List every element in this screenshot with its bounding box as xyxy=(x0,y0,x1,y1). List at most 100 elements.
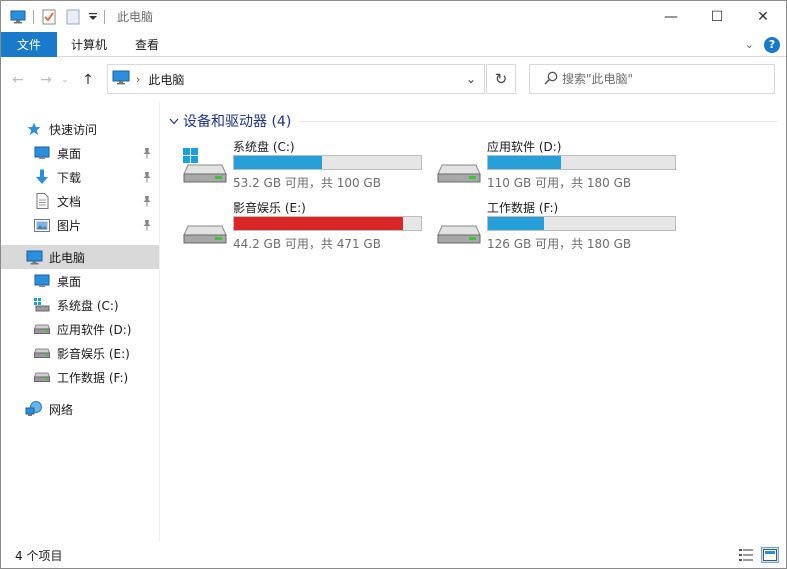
sidebar-item-this-pc[interactable]: 此电脑 xyxy=(1,245,159,269)
drive-icon xyxy=(435,148,483,184)
drive-free-space: 126 GB 可用，共 180 GB xyxy=(487,237,632,251)
sidebar-item-desktop[interactable]: 桌面 xyxy=(1,269,159,293)
drive-free-space: 110 GB 可用，共 180 GB xyxy=(487,176,632,190)
drive-name: 影音娱乐 (E:) xyxy=(233,201,306,215)
status-bar: 4 个项目 xyxy=(1,542,786,568)
item-count: 4 个项目 xyxy=(15,548,63,563)
document-icon xyxy=(33,192,51,210)
ribbon-tabs: 文件 计算机 查看 ⌄ ? xyxy=(1,31,786,57)
customize-toolbar-dropdown-icon[interactable] xyxy=(88,8,98,26)
sidebar-item-desktop-pinned[interactable]: 桌面 xyxy=(1,141,159,165)
drive-icon xyxy=(33,320,51,338)
computer-icon xyxy=(25,248,43,266)
sidebar-item-label: 快速访问 xyxy=(49,122,98,137)
computer-icon[interactable] xyxy=(9,8,27,26)
quick-access-toolbar: 此电脑 xyxy=(1,1,153,32)
sidebar-item-label: 此电脑 xyxy=(49,250,86,265)
sidebar-item-label: 影音娱乐 (E:) xyxy=(57,346,130,361)
drive-name: 系统盘 (C:) xyxy=(233,140,295,154)
pin-icon[interactable] xyxy=(141,170,153,184)
network-icon xyxy=(25,400,43,418)
system-drive-icon xyxy=(33,296,51,314)
drive-usage-fill xyxy=(488,156,561,169)
maximize-button[interactable]: ☐ xyxy=(694,1,740,32)
sidebar-item-drive-c[interactable]: 系统盘 (C:) xyxy=(1,293,159,317)
minimize-button[interactable]: — xyxy=(648,1,694,32)
recent-locations-button[interactable]: ⌄ xyxy=(59,69,71,91)
navigation-bar: ← → ⌄ ↑ › 此电脑 ⌄ ↻ xyxy=(1,58,786,102)
sidebar-item-label: 桌面 xyxy=(57,274,82,289)
new-folder-icon[interactable] xyxy=(64,8,82,26)
sidebar-item-network[interactable]: 网络 xyxy=(1,397,159,421)
forward-button[interactable]: → xyxy=(35,69,57,91)
window-title: 此电脑 xyxy=(117,10,154,24)
drive-icon xyxy=(181,209,229,245)
drive-name: 工作数据 (F:) xyxy=(487,201,559,215)
expand-ribbon-icon[interactable]: ⌄ xyxy=(745,38,754,51)
pin-icon[interactable] xyxy=(141,194,153,208)
back-button[interactable]: ← xyxy=(7,69,29,91)
title-bar: 此电脑 — ☐ ✕ xyxy=(1,1,786,32)
details-view-icon[interactable] xyxy=(738,548,754,562)
properties-icon[interactable] xyxy=(40,8,58,26)
toolbar-divider xyxy=(33,9,34,24)
sidebar-item-drive-d[interactable]: 应用软件 (D:) xyxy=(1,317,159,341)
content-pane: 设备和驱动器 (4) 系统盘 (C:) 53.2 GB 可用，共 100 GB … xyxy=(161,102,786,542)
download-icon xyxy=(33,168,51,186)
tab-view[interactable]: 查看 xyxy=(121,32,173,57)
close-button[interactable]: ✕ xyxy=(740,1,786,32)
tab-file[interactable]: 文件 xyxy=(1,31,57,57)
sidebar-item-quick-access[interactable]: 快速访问 xyxy=(1,117,159,141)
search-box[interactable] xyxy=(529,64,775,94)
drive-icon xyxy=(435,209,483,245)
drive-usage-fill xyxy=(234,156,322,169)
sidebar-item-drive-f[interactable]: 工作数据 (F:) xyxy=(1,365,159,389)
pin-icon[interactable] xyxy=(141,146,153,160)
window-controls: — ☐ ✕ xyxy=(648,1,786,32)
help-icon[interactable]: ? xyxy=(764,36,780,53)
group-header-devices[interactable]: 设备和驱动器 (4) xyxy=(169,110,777,132)
sidebar-item-label: 桌面 xyxy=(57,146,82,161)
drive-usage-bar xyxy=(487,155,676,170)
star-icon xyxy=(25,120,43,138)
sidebar-item-label: 网络 xyxy=(49,402,74,417)
drive-tile-d[interactable]: 应用软件 (D:) 110 GB 可用，共 180 GB xyxy=(435,138,680,196)
navigation-pane: 快速访问 桌面 下载 文档 图片 此电脑 桌面 系统盘 (C:) 应用软件 (D… xyxy=(1,102,160,542)
drive-usage-fill xyxy=(488,217,545,230)
sidebar-item-documents-pinned[interactable]: 文档 xyxy=(1,189,159,213)
address-bar[interactable]: › 此电脑 ⌄ xyxy=(107,64,485,94)
sidebar-item-label: 下载 xyxy=(57,170,82,185)
drive-tile-c[interactable]: 系统盘 (C:) 53.2 GB 可用，共 100 GB xyxy=(181,138,426,196)
drive-icon xyxy=(33,344,51,362)
tab-computer[interactable]: 计算机 xyxy=(57,32,121,57)
search-input[interactable] xyxy=(562,72,762,86)
drive-tile-e[interactable]: 影音娱乐 (E:) 44.2 GB 可用，共 471 GB xyxy=(181,199,426,257)
refresh-button[interactable]: ↻ xyxy=(486,64,516,94)
drive-free-space: 53.2 GB 可用，共 100 GB xyxy=(233,176,381,190)
breadcrumb-this-pc[interactable]: 此电脑 xyxy=(148,71,184,88)
search-icon xyxy=(544,71,558,88)
drive-usage-bar xyxy=(233,216,422,231)
tiles-view-icon[interactable] xyxy=(761,547,779,563)
address-history-dropdown-icon[interactable]: ⌄ xyxy=(466,72,476,86)
system-drive-icon xyxy=(181,148,229,184)
chevron-down-icon[interactable] xyxy=(169,115,183,128)
sidebar-item-label: 系统盘 (C:) xyxy=(57,298,119,313)
drive-free-space: 44.2 GB 可用，共 471 GB xyxy=(233,237,381,251)
sidebar-item-downloads-pinned[interactable]: 下载 xyxy=(1,165,159,189)
up-button[interactable]: ↑ xyxy=(77,69,99,91)
group-title: 设备和驱动器 (4) xyxy=(183,114,292,130)
drive-usage-bar xyxy=(233,155,422,170)
sidebar-item-pictures-pinned[interactable]: 图片 xyxy=(1,213,159,237)
toolbar-divider xyxy=(104,9,105,24)
breadcrumb-separator-icon[interactable]: › xyxy=(136,73,140,86)
sidebar-item-label: 图片 xyxy=(57,218,82,233)
drive-tile-f[interactable]: 工作数据 (F:) 126 GB 可用，共 180 GB xyxy=(435,199,680,257)
drive-usage-fill xyxy=(234,217,404,230)
explorer-window: 此电脑 — ☐ ✕ 文件 计算机 查看 ⌄ ? ← → ⌄ ↑ › 此电脑 ⌄ … xyxy=(0,0,787,569)
sidebar-item-label: 应用软件 (D:) xyxy=(57,322,132,337)
sidebar-item-drive-e[interactable]: 影音娱乐 (E:) xyxy=(1,341,159,365)
drive-name: 应用软件 (D:) xyxy=(487,140,562,154)
pin-icon[interactable] xyxy=(141,218,153,232)
pictures-icon xyxy=(33,216,51,234)
